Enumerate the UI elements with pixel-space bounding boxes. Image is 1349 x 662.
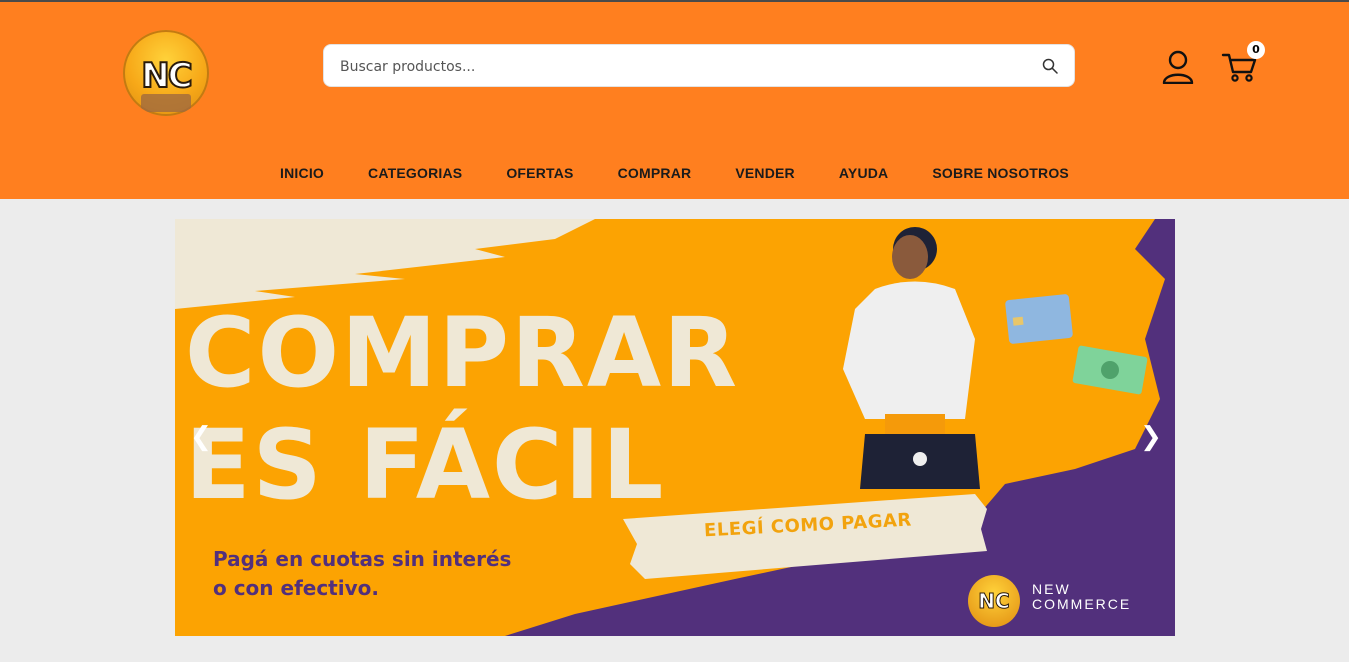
money-bill-illustration xyxy=(1072,345,1148,395)
banner-headline-line2: ES FÁCIL xyxy=(185,409,666,521)
person-illustration xyxy=(843,227,980,489)
banner-brand-logo-text: NC xyxy=(978,589,1010,614)
nav-item-inicio[interactable]: INICIO xyxy=(280,165,324,181)
user-account-icon[interactable] xyxy=(1161,50,1195,84)
nav-item-ayuda[interactable]: AYUDA xyxy=(839,165,889,181)
site-header: NC 0 INICIO CATEGORIAS OFERTAS COMPRAR V… xyxy=(0,2,1349,199)
carousel-prev-arrow-icon[interactable]: ❮ xyxy=(189,422,213,452)
main-nav: INICIO CATEGORIAS OFERTAS COMPRAR VENDER… xyxy=(0,165,1349,181)
logo-text: NC xyxy=(140,55,193,97)
banner-headline-line1: COMPRAR xyxy=(185,297,740,409)
nav-item-categorias[interactable]: CATEGORIAS xyxy=(368,165,462,181)
search-icon[interactable] xyxy=(1042,58,1058,74)
cart-count-badge: 0 xyxy=(1247,41,1265,59)
nav-item-comprar[interactable]: COMPRAR xyxy=(618,165,692,181)
banner-brand-line2: COMMERCE xyxy=(1032,596,1132,612)
search-bar xyxy=(323,44,1075,88)
banner-brand-line1: NEW xyxy=(1032,581,1071,597)
nav-item-ofertas[interactable]: OFERTAS xyxy=(506,165,573,181)
hero-banner[interactable]: COMPRAR ES FÁCIL Pagá en cuotas sin inte… xyxy=(175,219,1175,636)
banner-subtitle-line1: Pagá en cuotas sin interés xyxy=(213,547,512,571)
nav-item-vender[interactable]: VENDER xyxy=(735,165,795,181)
search-input[interactable] xyxy=(338,45,1022,88)
banner-brand-logo: NC xyxy=(968,575,1020,627)
banner-subtitle-line2: o con efectivo. xyxy=(213,576,379,600)
credit-card-illustration xyxy=(1005,294,1073,344)
carousel-next-arrow-icon[interactable]: ❯ xyxy=(1139,422,1163,452)
nav-item-sobre-nosotros[interactable]: SOBRE NOSOTROS xyxy=(932,165,1069,181)
banner-subtitle: Pagá en cuotas sin interés o con efectiv… xyxy=(213,545,543,603)
site-logo[interactable]: NC xyxy=(123,30,209,116)
logo-boxes xyxy=(141,94,191,112)
banner-brand-name: NEW COMMERCE xyxy=(1032,582,1131,612)
